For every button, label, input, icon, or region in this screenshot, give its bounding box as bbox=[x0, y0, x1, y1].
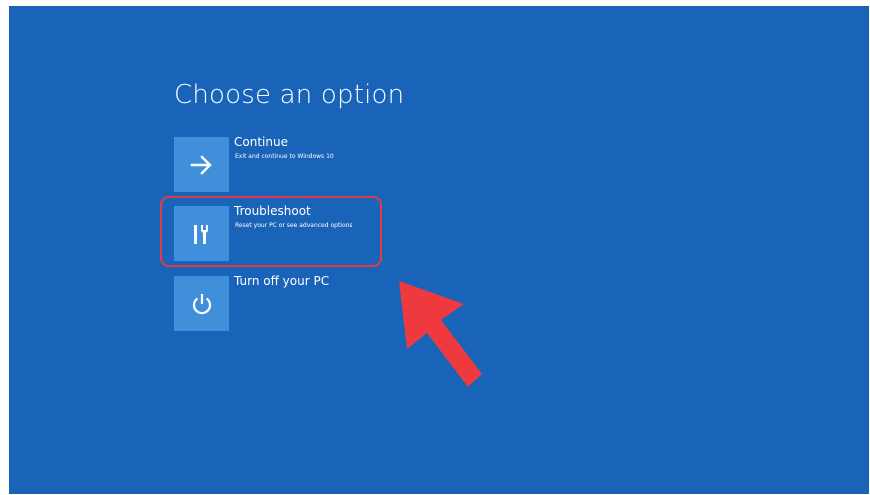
turn-off-option[interactable]: Turn off your PC bbox=[174, 274, 394, 332]
power-icon bbox=[192, 293, 211, 314]
arrow-right-icon bbox=[190, 154, 212, 175]
continue-option[interactable]: Continue Exit and continue to Windows 10 bbox=[174, 135, 394, 193]
recovery-screen: Choose an option Continue Exit and conti… bbox=[9, 6, 869, 494]
turn-off-tile[interactable] bbox=[174, 276, 229, 331]
troubleshoot-description: Reset your PC or see advanced options bbox=[235, 222, 353, 229]
turn-off-label: Turn off your PC bbox=[234, 274, 330, 288]
continue-label: Continue bbox=[234, 135, 288, 149]
page-title: Choose an option bbox=[174, 80, 405, 110]
troubleshoot-label: Troubleshoot bbox=[234, 204, 311, 218]
troubleshoot-tile[interactable] bbox=[174, 206, 229, 261]
continue-description: Exit and continue to Windows 10 bbox=[235, 153, 334, 160]
continue-tile[interactable] bbox=[174, 137, 229, 192]
red-pointer-arrow-icon bbox=[399, 281, 482, 387]
tools-icon bbox=[193, 224, 208, 244]
troubleshoot-option[interactable]: Troubleshoot Reset your PC or see advanc… bbox=[174, 204, 394, 262]
